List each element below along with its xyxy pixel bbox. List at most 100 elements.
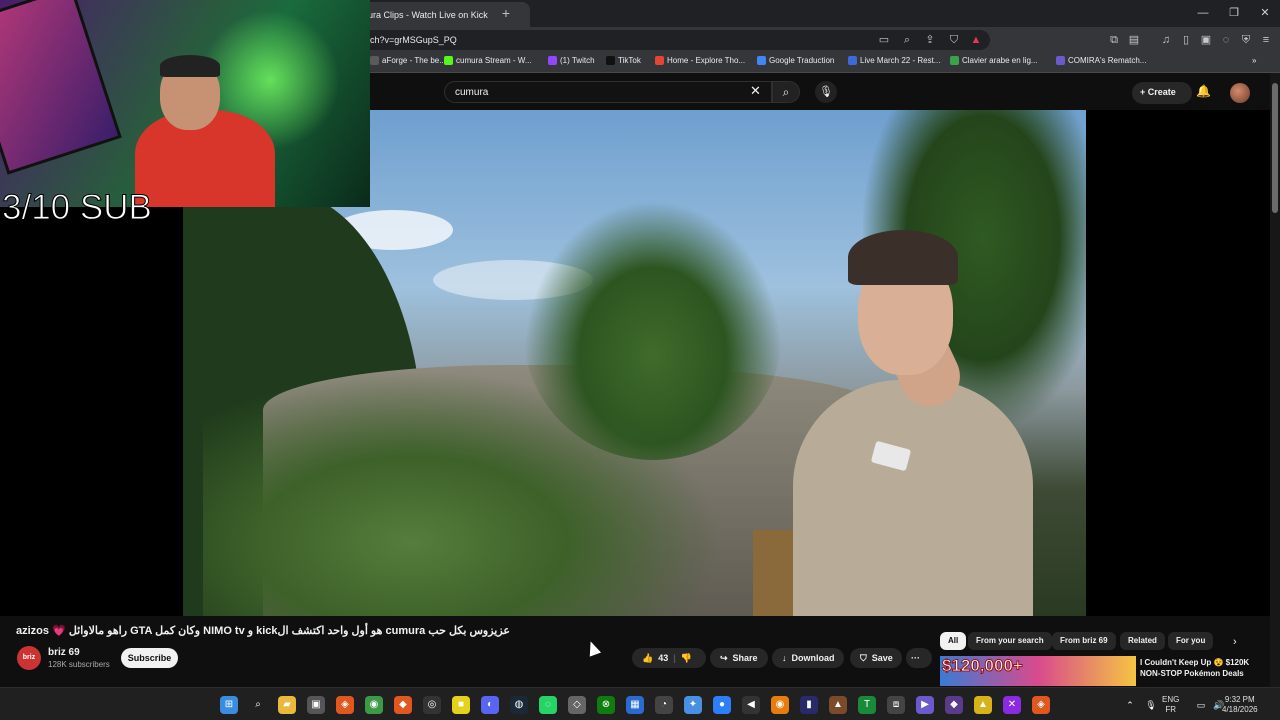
video-title: azizos 💗 راهو مالاوائل GTA وكان كمل NIMO… (16, 625, 510, 637)
like-count: 43 (658, 653, 669, 663)
app-icon[interactable]: ▲ (974, 696, 992, 714)
monitor-icon[interactable]: ▭ (1192, 696, 1210, 714)
bookmark-item[interactable]: Live March 22 - Rest... (848, 56, 940, 65)
rewards-icon[interactable]: ▲ (968, 32, 984, 48)
bookmark-item[interactable]: COMIRA's Rematch... (1056, 56, 1146, 65)
voice-search-button[interactable]: 🎙 (815, 81, 837, 103)
more-actions-button[interactable]: ··· (906, 648, 932, 668)
bookmark-item[interactable]: aForge - The be... (370, 56, 446, 65)
bookmarks-overflow-button[interactable]: » (1252, 56, 1256, 65)
bookmark-item[interactable]: TikTok (606, 56, 641, 65)
thumbs-up-icon[interactable]: 👍 (642, 653, 653, 664)
brave-icon[interactable]: ◈ (336, 696, 354, 714)
app-icon[interactable]: ◈ (1032, 696, 1050, 714)
file-explorer-icon[interactable]: ▰ (278, 696, 296, 714)
app-icon[interactable]: ✕ (1003, 696, 1021, 714)
like-divider: | (673, 653, 676, 663)
reader-mode-icon[interactable]: ▭ (876, 32, 892, 48)
search-button[interactable]: ⌕ (772, 81, 800, 103)
xbox-icon[interactable]: ⊗ (597, 696, 615, 714)
app-blue-icon[interactable]: ● (713, 696, 731, 714)
webcam-monitor (0, 0, 122, 175)
sub-goal-label: 3/10 SUB (2, 188, 153, 228)
media-icon[interactable]: ♫ (1158, 32, 1174, 48)
bookmark-item[interactable]: cumura Stream - W... (444, 56, 532, 65)
recommendation-thumbnail[interactable]: $120,000+ (940, 656, 1136, 686)
channel-name[interactable]: briz 69 (48, 647, 80, 658)
like-dislike-button[interactable]: 👍 43 | 👎 (632, 648, 706, 668)
save-button[interactable]: ⛉ Save (850, 648, 902, 668)
blender-icon[interactable]: ◉ (771, 696, 789, 714)
app-icon[interactable]: ◇ (568, 696, 586, 714)
filter-chip[interactable]: For you (1168, 632, 1214, 650)
recommendation-title[interactable]: I Couldn't Keep Up 😵 $120K NON-STOP Poké… (1140, 657, 1265, 679)
sidebar-icon[interactable]: ▯ (1178, 32, 1194, 48)
app-icon[interactable]: ▣ (307, 696, 325, 714)
bookmark-label: Live March 22 - Rest... (860, 56, 941, 65)
mic-tray-icon[interactable]: 🎙 (1142, 696, 1160, 714)
top-icon[interactable]: T (858, 696, 876, 714)
search-icon[interactable]: ⌕ (249, 696, 267, 714)
clear-search-icon[interactable]: ✕ (750, 83, 761, 99)
extensions-icon[interactable]: ⧉ (1106, 32, 1122, 48)
bookmark-favicon-icon (370, 56, 379, 65)
channel-avatar[interactable]: briz (17, 646, 41, 670)
windows-start-icon[interactable]: ⊞ (220, 696, 238, 714)
bookmark-item[interactable]: (1) Twitch (548, 56, 595, 65)
create-button[interactable]: + Create (1132, 82, 1192, 104)
share-page-icon[interactable]: ⇪ (922, 32, 938, 48)
app-yellow-icon[interactable]: ■ (452, 696, 470, 714)
page-scrollbar[interactable] (1270, 73, 1280, 687)
steam-icon[interactable]: ◍ (510, 696, 528, 714)
webcam-overlay (0, 0, 370, 207)
copilot-icon[interactable]: ✦ (684, 696, 702, 714)
app-icon[interactable]: ▲ (829, 696, 847, 714)
discord-icon[interactable]: ◐ (481, 696, 499, 714)
speed-icon[interactable]: ◔ (655, 696, 673, 714)
maximize-button[interactable]: ❐ (1219, 4, 1249, 22)
subscribe-button[interactable]: Subscribe (121, 648, 178, 668)
store-icon[interactable]: ▦ (626, 696, 644, 714)
brave-active-icon[interactable]: ◆ (394, 696, 412, 714)
language-indicator[interactable]: ENG FR (1162, 695, 1179, 715)
app-icon[interactable]: ▶ (916, 696, 934, 714)
profile-icon[interactable]: ◌ (1218, 32, 1234, 48)
new-tab-button[interactable]: + (498, 5, 514, 21)
filter-chip[interactable]: From briz 69 (1052, 632, 1116, 650)
shield-icon[interactable]: ⛉ (946, 32, 962, 48)
bookmark-item[interactable]: Google Traduction (757, 56, 834, 65)
filter-chip[interactable]: Related (1120, 632, 1165, 650)
bookmark-item[interactable]: Clavier arabe en lig... (950, 56, 1038, 65)
app-icon[interactable]: ⧈ (887, 696, 905, 714)
filter-chip[interactable]: All (940, 632, 967, 650)
share-button[interactable]: ↪ Share (710, 648, 768, 668)
tab-groups-icon[interactable]: ▣ (1198, 32, 1214, 48)
bookmark-item[interactable]: Home - Explore Tho... (655, 56, 745, 65)
volume-icon[interactable]: 🔊 (1210, 696, 1228, 714)
close-window-button[interactable]: ✕ (1250, 4, 1280, 22)
zoom-icon[interactable]: ⌕ (899, 32, 915, 48)
search-input[interactable]: cumura (444, 81, 772, 103)
menu-icon[interactable]: ≡ (1258, 32, 1274, 48)
whatsapp-icon[interactable]: ◌ (539, 696, 557, 714)
app-icon[interactable]: ▮ (800, 696, 818, 714)
notifications-bell-icon[interactable]: 🔔 (1196, 84, 1211, 98)
obs-icon[interactable]: ◎ (423, 696, 441, 714)
video-shirt (793, 380, 1033, 616)
wallet-icon[interactable]: ▤ (1126, 32, 1142, 48)
account-avatar[interactable] (1230, 83, 1250, 103)
download-button[interactable]: ↓ Download (772, 648, 844, 668)
scrollbar-thumb[interactable] (1272, 83, 1278, 213)
thumbs-down-icon[interactable]: 👎 (681, 653, 692, 664)
chevron-up-icon[interactable]: ⌃ (1121, 696, 1139, 714)
video-person (753, 230, 1063, 616)
app-icon[interactable]: ◆ (945, 696, 963, 714)
chevron-right-icon[interactable]: › (1233, 636, 1237, 648)
app-icon[interactable]: ◀ (742, 696, 760, 714)
vpn-icon[interactable]: ⛨ (1238, 32, 1254, 48)
bookmark-label: Google Traduction (769, 56, 835, 65)
filter-chip[interactable]: From your search (968, 632, 1052, 650)
minimize-button[interactable]: — (1188, 4, 1218, 22)
address-bar[interactable]: ch?v=grMSGupS_PQ (360, 30, 990, 50)
chrome-icon[interactable]: ◉ (365, 696, 383, 714)
